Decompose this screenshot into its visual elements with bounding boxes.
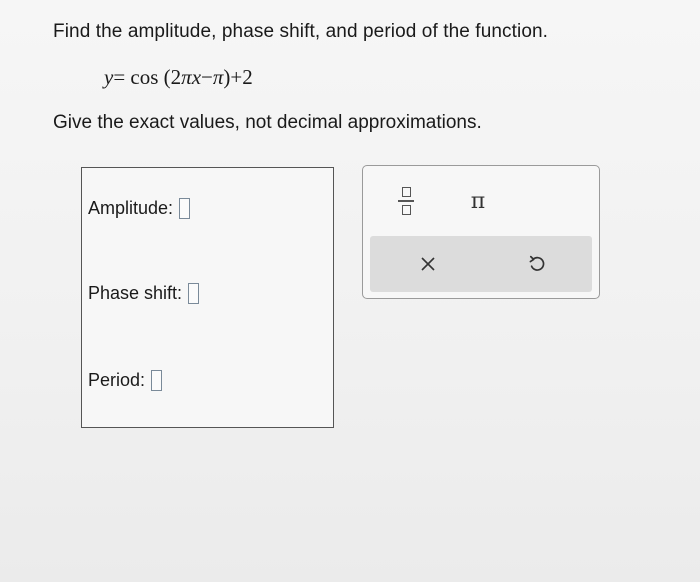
phase-shift-row: Phase shift: <box>88 283 200 304</box>
amplitude-input[interactable] <box>179 198 191 219</box>
undo-button[interactable] <box>522 250 552 278</box>
eq-x: x <box>191 65 202 89</box>
close-icon <box>421 257 435 271</box>
question-prompt: Find the amplitude, phase shift, and per… <box>53 21 549 42</box>
amplitude-row: Amplitude: <box>88 198 191 219</box>
action-bar <box>370 236 592 292</box>
page: Find the amplitude, phase shift, and per… <box>0 0 700 582</box>
undo-icon <box>529 255 545 271</box>
pi-button[interactable]: π <box>461 186 495 216</box>
answer-panel: Amplitude: Phase shift: Period: <box>81 167 334 428</box>
amplitude-label: Amplitude: <box>88 198 174 218</box>
fraction-button[interactable] <box>393 181 419 221</box>
eq-y: y <box>104 65 114 89</box>
clear-button[interactable] <box>413 250 443 278</box>
eq-open: (2 <box>163 65 182 89</box>
eq-plus: + <box>230 65 243 89</box>
math-toolbar: π <box>362 165 600 299</box>
eq-minus: − <box>201 65 213 89</box>
instruction-text: Give the exact values, not decimal appro… <box>53 112 482 133</box>
phase-shift-input[interactable] <box>188 283 200 304</box>
phase-shift-label: Phase shift: <box>88 283 183 303</box>
period-label: Period: <box>88 370 146 390</box>
eq-equals: = <box>113 65 126 89</box>
fraction-template-icon <box>398 187 414 215</box>
eq-pi-2: π <box>212 65 224 89</box>
eq-const: 2 <box>242 65 253 89</box>
eq-pi-1: π <box>181 65 192 89</box>
eq-func: cos <box>130 65 159 89</box>
function-equation: y= cos (2πx−π)+2 <box>104 65 253 90</box>
period-input[interactable] <box>151 370 163 391</box>
period-row: Period: <box>88 370 163 391</box>
